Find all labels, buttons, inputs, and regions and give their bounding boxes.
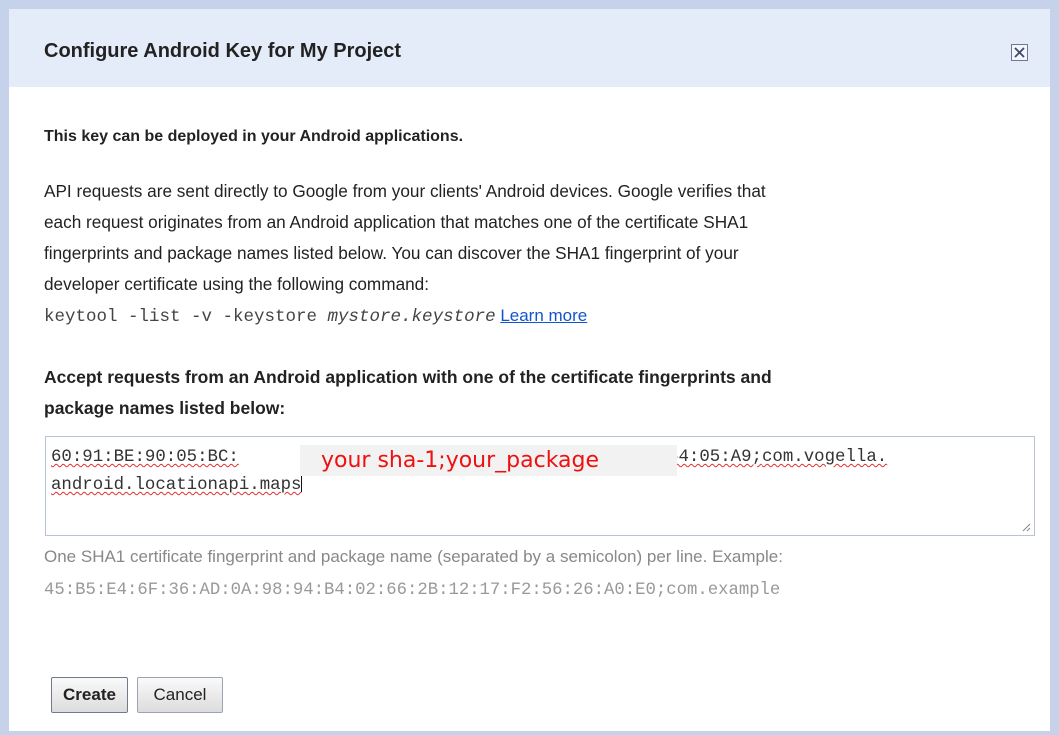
deploy-heading: This key can be deployed in your Android… (44, 128, 464, 145)
learn-more-link[interactable]: Learn more (500, 306, 587, 325)
textarea-line-2: android.locationapi.maps (51, 473, 303, 495)
description-paragraph: API requests are sent directly to Google… (44, 176, 1019, 300)
accept-heading-line: Accept requests from an Android applicat… (44, 367, 772, 387)
description-line: each request originates from an Android … (44, 212, 749, 232)
dialog-title: Configure Android Key for My Project (44, 40, 402, 62)
keystore-name: mystore.keystore (327, 307, 496, 327)
accept-heading-line: package names listed below: (44, 398, 286, 418)
create-button[interactable]: Create (51, 677, 128, 713)
help-text: One SHA1 certificate fingerprint and pac… (44, 547, 783, 566)
description-line: developer certificate using the followin… (44, 274, 430, 294)
redaction-overlay: your sha-1;your_package (300, 445, 677, 476)
close-button[interactable] (1011, 44, 1028, 61)
keytool-command: keytool -list -v -keystore mystore.keyst… (44, 306, 587, 327)
package-start: com.vogella. (761, 448, 888, 467)
close-icon (1014, 47, 1025, 58)
cancel-button[interactable]: Cancel (137, 677, 223, 713)
command-text: keytool -list -v -keystore (44, 307, 328, 327)
sha1-start: 60:91:BE:90:05:BC: (51, 448, 239, 467)
accept-requests-heading: Accept requests from an Android applicat… (44, 362, 1019, 424)
package-end: android.locationapi.maps (51, 476, 302, 495)
resize-grip-icon[interactable] (1021, 522, 1031, 532)
description-line: API requests are sent directly to Google… (44, 181, 766, 201)
example-text: 45:B5:E4:6F:36:AD:0A:98:94:B4:02:66:2B:1… (44, 581, 781, 600)
fingerprint-textarea[interactable]: 60:91:BE:90:05:BC: 3:49:64:05:A9;com.voge… (45, 436, 1035, 536)
configure-android-key-dialog: Configure Android Key for My Project Thi… (0, 0, 1059, 735)
description-line: fingerprints and package names listed be… (44, 243, 739, 263)
dialog-title-bar: Configure Android Key for My Project (9, 9, 1050, 87)
